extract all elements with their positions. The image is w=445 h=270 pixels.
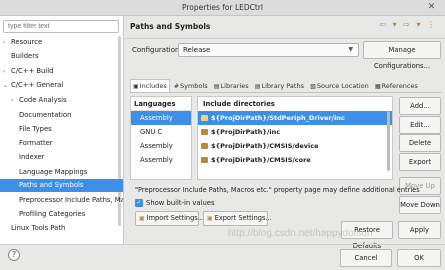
tab-includes[interactable]: ▣Includes	[130, 79, 170, 92]
import-icon: ▣	[139, 215, 145, 222]
sidebar-item-builders[interactable]: Builders	[0, 50, 123, 63]
page-title: Paths and Symbols	[130, 22, 211, 31]
navigation-arrows-icon[interactable]: ⇦ ▾ ⇨ ▾ ⋮	[379, 20, 437, 29]
list-item[interactable]: Assembly	[131, 153, 191, 167]
folder-icon	[201, 115, 208, 121]
sidebar-item-language-mappings[interactable]: Language Mappings	[0, 166, 123, 179]
languages-header: Languages	[131, 97, 191, 111]
expand-arrow-icon[interactable]: ›	[3, 65, 11, 78]
list-item[interactable]: GNU C	[131, 125, 191, 139]
folder-icon	[201, 143, 208, 149]
title-bar: Properties for LEDCtrl ✕	[0, 0, 445, 16]
libraries-icon: ▤	[213, 83, 220, 90]
filter-input[interactable]	[3, 20, 119, 33]
list-item[interactable]: Assembly	[131, 139, 191, 153]
show-builtin-checkbox[interactable]: ✓ Show built-in values	[135, 199, 214, 207]
sidebar-item-file-types[interactable]: File Types	[0, 123, 123, 136]
sidebar-item-profiling-categories[interactable]: Profiling Categories	[0, 208, 123, 221]
sidebar-item-cpp-build[interactable]: › C/C++ Build	[0, 65, 123, 78]
list-item[interactable]: ${ProjDirPath}/CMSIS/device	[198, 139, 392, 153]
sidebar-item-code-analysis[interactable]: › Code Analysis	[0, 94, 123, 107]
expand-arrow-icon[interactable]: ›	[3, 36, 11, 49]
references-icon: ▦	[375, 83, 381, 90]
divider	[125, 38, 445, 39]
library-paths-icon: ▤	[254, 83, 261, 90]
folder-icon	[201, 157, 208, 163]
list-item[interactable]: ${ProjDirPath}/CMSIS/core	[198, 153, 392, 167]
expand-arrow-icon[interactable]: ›	[11, 94, 19, 107]
source-location-icon: ▧	[310, 83, 316, 90]
include-directories-list[interactable]: Include directories ${ProjDirPath}/StdPe…	[197, 96, 393, 180]
sidebar-item-formatter[interactable]: Formatter	[0, 137, 123, 150]
configuration-value: Release	[183, 46, 211, 54]
export-button[interactable]: Export	[399, 153, 441, 171]
chevron-down-icon: ▼	[348, 46, 353, 53]
sidebar-item-indexer[interactable]: Indexer	[0, 151, 123, 164]
includes-icon: ▣	[133, 83, 139, 90]
collapse-arrow-icon[interactable]: ⌄	[3, 79, 11, 92]
symbols-icon: #	[173, 83, 179, 90]
help-icon[interactable]: ?	[8, 249, 20, 261]
ok-button[interactable]: OK	[397, 249, 441, 267]
sidebar-item-documentation[interactable]: Documentation	[0, 109, 123, 122]
export-icon: ▣	[207, 215, 213, 222]
configuration-select[interactable]: Release ▼	[178, 43, 359, 57]
window-title: Properties for LEDCtrl	[181, 3, 264, 12]
sidebar-item-resource[interactable]: › Resource	[0, 36, 123, 49]
list-item[interactable]: ${ProjDirPath}/StdPeriph_Driver/inc	[198, 111, 392, 125]
includes-scrollbar[interactable]	[387, 111, 390, 171]
configuration-label: Configuration:	[132, 46, 182, 54]
close-icon[interactable]: ✕	[426, 2, 437, 13]
sidebar-item-cpp-general[interactable]: ⌄ C/C++ General	[0, 79, 123, 92]
include-directories-header: Include directories	[203, 100, 275, 108]
manage-configurations-button[interactable]: Manage Configurations...	[363, 41, 441, 70]
add-button[interactable]: Add...	[399, 97, 441, 115]
sidebar-item-linux-tools-path[interactable]: Linux Tools Path	[0, 222, 123, 235]
folder-icon	[201, 129, 208, 135]
edit-button[interactable]: Edit...	[399, 116, 441, 134]
languages-list[interactable]: Languages Assembly GNU C Assembly Assemb…	[130, 96, 192, 180]
checkmark-icon: ✓	[135, 199, 143, 207]
export-settings-button[interactable]: ▣ Export Settings...	[203, 211, 272, 226]
watermark-text: http://blog.csdn.net/happydotsun	[228, 228, 373, 239]
import-settings-button[interactable]: ▣ Import Settings...	[135, 211, 204, 226]
tab-bar: ▣Includes #Symbols ▤Libraries ▤Library P…	[130, 79, 420, 92]
apply-button[interactable]: Apply	[398, 221, 441, 239]
cancel-button[interactable]: Cancel	[340, 249, 392, 267]
list-item[interactable]: ${ProjDirPath}/inc	[198, 125, 392, 139]
delete-button[interactable]: Delete	[399, 134, 441, 152]
preprocessor-note: "Preprocessor Include Paths, Macros etc.…	[135, 186, 420, 194]
move-down-button[interactable]: Move Down	[399, 196, 441, 214]
sidebar: ›Resource Builders ›C/C++ Build ⌄C/C++ G…	[0, 16, 124, 244]
sidebar-item-preprocessor-include-paths[interactable]: Preprocessor Include Paths, Mac	[0, 194, 123, 207]
show-builtin-label: Show built-in values	[146, 199, 215, 207]
divider	[0, 244, 445, 245]
list-item[interactable]: Assembly	[131, 111, 191, 125]
sidebar-item-paths-and-symbols[interactable]: Paths and Symbols	[0, 179, 123, 192]
main-panel: Paths and Symbols ⇦ ▾ ⇨ ▾ ⋮ Configuratio…	[125, 16, 445, 244]
